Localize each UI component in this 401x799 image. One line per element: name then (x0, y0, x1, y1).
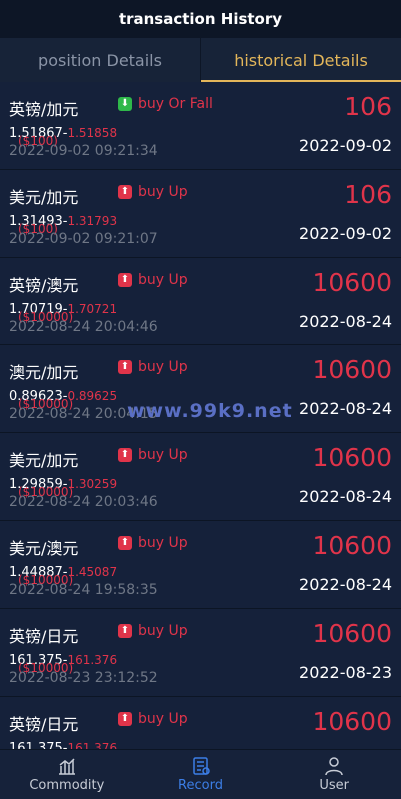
history-row[interactable]: 英镑/日元 ⬆ buy Up 161.375-161.376 ($10000) … (0, 696, 401, 749)
direction-label: buy Up (138, 271, 188, 288)
close-price: 1.30259 (67, 477, 118, 492)
history-row[interactable]: 英镑/日元 ⬆ buy Up 161.375-161.376 ($10000) … (0, 608, 401, 697)
trade-date: 2022-08-24 (299, 574, 392, 594)
payout-amount: 10600 (312, 706, 392, 736)
nav-commodity[interactable]: Commodity (0, 750, 134, 799)
close-price: 161.376 (67, 652, 118, 667)
payout-amount: 10600 (312, 530, 392, 560)
arrow-down-icon: ⬇ (118, 97, 132, 111)
trade-date: 2022-09-02 (299, 223, 392, 243)
chart-icon (58, 758, 75, 775)
close-price: 1.45087 (67, 564, 118, 579)
close-price: 1.51858 (67, 126, 118, 140)
direction-badge: ⬇ buy Or Fall (118, 96, 213, 112)
payout-amount: 106 (344, 92, 392, 121)
direction-badge: ⬆ buy Up (118, 447, 188, 463)
payout-amount: 10600 (312, 443, 392, 473)
direction-label: buy Up (138, 534, 188, 551)
history-row[interactable]: 英镑/澳元 ⬆ buy Up 1.70719-1.70721 ($10000) … (0, 257, 401, 346)
direction-badge: ⬆ buy Up (118, 272, 188, 288)
history-row[interactable]: 英镑/加元 ⬇ buy Or Fall 1.51867-1.51858 ($10… (0, 82, 401, 170)
direction-label: buy Up (138, 359, 188, 376)
tab-position-details[interactable]: position Details (0, 38, 200, 82)
history-row[interactable]: 美元/加元 ⬆ buy Up 1.31493-1.31793 ($100) 20… (0, 169, 401, 258)
trade-date: 2022-08-24 (299, 399, 392, 419)
direction-badge: ⬆ buy Up (118, 711, 188, 727)
direction-label: buy Up (138, 710, 188, 727)
nav-commodity-label: Commodity (29, 778, 105, 793)
record-icon (192, 757, 210, 775)
currency-pair: 英镑/澳元 (9, 275, 79, 295)
currency-pair: 英镑/日元 (9, 714, 79, 734)
trade-time: 2022-09-02 09:21:34 (9, 143, 158, 159)
currency-pair: 英镑/加元 (9, 100, 79, 119)
currency-pair: 美元/加元 (9, 451, 79, 471)
bottom-nav: Commodity Record User (0, 749, 401, 799)
payout-amount: 106 (344, 179, 392, 209)
close-price: 1.70721 (67, 301, 118, 316)
direction-badge: ⬆ buy Up (118, 359, 188, 375)
currency-pair: 澳元/加元 (9, 363, 79, 383)
user-icon (325, 757, 343, 776)
arrow-up-icon: ⬆ (118, 272, 132, 287)
trade-date: 2022-09-02 (299, 136, 392, 155)
trade-date: 2022-08-23 (299, 662, 392, 682)
trade-time: 2022-08-24 19:58:35 (9, 581, 158, 598)
nav-record-label: Record (178, 778, 223, 793)
close-price: 0.89625 (67, 389, 118, 404)
trade-time: 2022-09-02 09:21:07 (9, 230, 158, 247)
arrow-up-icon: ⬆ (118, 448, 132, 463)
arrow-up-icon: ⬆ (118, 360, 132, 375)
history-row[interactable]: 美元/澳元 ⬆ buy Up 1.44887-1.45087 ($10000) … (0, 520, 401, 609)
direction-label: buy Up (138, 447, 188, 464)
nav-user[interactable]: User (267, 750, 401, 799)
direction-label: buy Up (138, 622, 188, 639)
tab-historical-details[interactable]: historical Details (200, 38, 401, 82)
nav-user-label: User (319, 778, 349, 793)
arrow-up-icon: ⬆ (118, 623, 132, 638)
trade-time: 2022-08-24 20:03:46 (9, 494, 158, 511)
currency-pair: 美元/澳元 (9, 538, 79, 558)
payout-amount: 10600 (312, 267, 392, 297)
direction-badge: ⬆ buy Up (118, 623, 188, 639)
direction-label: buy Up (138, 183, 188, 200)
trade-date: 2022-08-24 (299, 487, 392, 507)
arrow-up-icon: ⬆ (118, 535, 132, 550)
history-row[interactable]: 美元/加元 ⬆ buy Up 1.29859-1.30259 ($10000) … (0, 433, 401, 521)
watermark: www.99k9.net (127, 400, 293, 422)
direction-label: buy Or Fall (138, 96, 213, 112)
payout-amount: 10600 (312, 355, 392, 385)
close-price: 1.31793 (67, 213, 118, 228)
trade-date: 2022-08-24 (299, 311, 392, 331)
direction-badge: ⬆ buy Up (118, 535, 188, 551)
currency-pair: 英镑/日元 (9, 626, 79, 646)
nav-record[interactable]: Record (134, 750, 268, 799)
page-title: transaction History (118, 10, 283, 28)
currency-pair: 美元/加元 (9, 187, 79, 207)
trade-time: 2022-08-24 20:04:46 (9, 318, 158, 335)
payout-amount: 10600 (312, 618, 392, 648)
trade-time: 2022-08-23 23:12:52 (9, 669, 158, 686)
close-price: 161.376 (67, 740, 118, 749)
direction-badge: ⬆ buy Up (118, 184, 188, 200)
arrow-up-icon: ⬆ (118, 184, 132, 199)
arrow-up-icon: ⬆ (118, 711, 132, 726)
page-header: transaction History (0, 0, 401, 38)
tab-bar: position Details historical Details (0, 38, 401, 82)
